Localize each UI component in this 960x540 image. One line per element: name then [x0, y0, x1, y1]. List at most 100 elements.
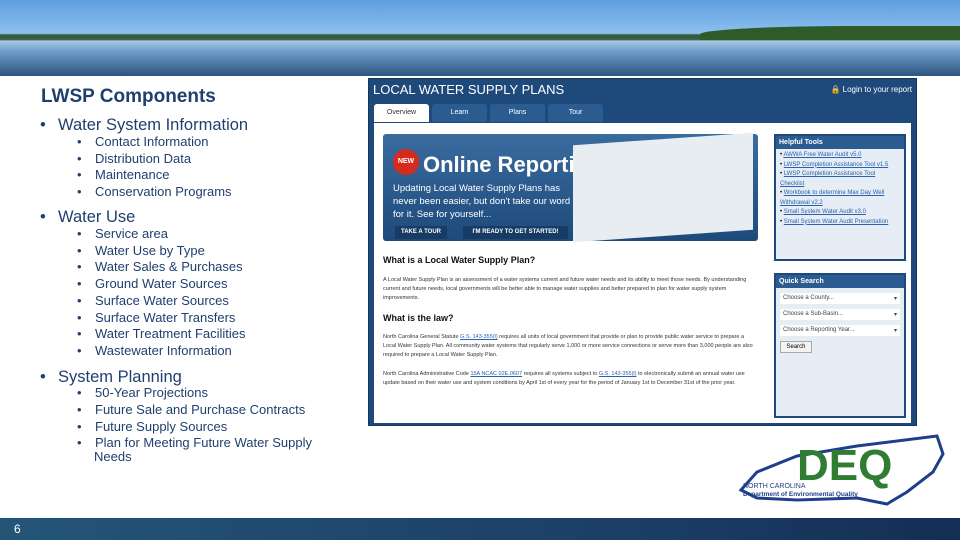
- item-label: Water Use by Type: [95, 243, 205, 258]
- chevron-down-icon: ▾: [893, 328, 897, 334]
- get-started-button[interactable]: I'M READY TO GET STARTED!: [463, 226, 568, 239]
- helpful-tools-panel: Helpful Tools • AWWA Free Water Audit v5…: [774, 134, 906, 261]
- tab-overview[interactable]: Overview: [374, 104, 429, 122]
- statute-link-2[interactable]: G.S. 143-355(l): [599, 371, 637, 377]
- tool-link[interactable]: LWSP Completion Assistance Tool Checklis…: [780, 171, 875, 187]
- item-label: Conservation Programs: [95, 184, 232, 199]
- statute-link[interactable]: G.S. 143-355(l): [460, 334, 498, 340]
- quick-search-panel: Quick Search Choose a County... ▾ Choose …: [774, 273, 906, 418]
- item-label: Ground Water Sources: [95, 276, 228, 291]
- item-label: Surface Water Transfers: [95, 310, 236, 325]
- bullet-icon: •: [40, 116, 46, 134]
- outline-item: • Water Sales & Purchases: [77, 260, 334, 274]
- heading-law: What is the law?: [383, 313, 454, 323]
- tool-link[interactable]: Small System Water Audit v3.0: [784, 209, 866, 215]
- svg-text:Department of Environmental Qu: Department of Environmental Quality: [743, 491, 858, 498]
- select-value: Choose a County...: [783, 295, 834, 301]
- county-select[interactable]: Choose a County... ▾: [780, 293, 900, 304]
- tool-link[interactable]: Small System Water Audit Presentation: [784, 219, 889, 225]
- quick-search-title: Quick Search: [776, 275, 904, 288]
- outline-item: • Water Treatment Facilities: [77, 327, 334, 341]
- chevron-down-icon: ▾: [893, 312, 897, 318]
- text: North Carolina Administrative Code: [383, 371, 471, 377]
- outline-item: • Service area: [77, 227, 334, 241]
- outline-section: • Water System Information: [40, 116, 248, 135]
- outline-item: • Future Sale and Purchase Contracts: [77, 403, 334, 417]
- tool-link[interactable]: Workbook to determine Max Day Well Withd…: [780, 190, 884, 206]
- heading-what-is-lwsp: What is a Local Water Supply Plan?: [383, 255, 536, 265]
- svg-text:DEQ: DEQ: [797, 441, 892, 490]
- bullet-icon: •: [77, 151, 82, 166]
- outline-item: • Contact Information: [77, 135, 334, 149]
- tool-list-item: • LWSP Completion Assistance Tool Checkl…: [780, 171, 876, 187]
- bullet-icon: •: [77, 276, 82, 291]
- site-title: LOCAL WATER SUPPLY PLANS: [373, 82, 565, 97]
- bullet-icon: •: [77, 343, 82, 358]
- item-label: Future Sale and Purchase Contracts: [95, 402, 306, 417]
- bullet-icon: •: [40, 208, 46, 226]
- outline-item: • Distribution Data: [77, 152, 334, 166]
- item-label: Plan for Meeting Future Water Supply Nee…: [94, 435, 313, 464]
- outline-item: • Plan for Meeting Future Water Supply Ne…: [77, 436, 334, 464]
- tool-list-item: • Workbook to determine Max Day Well Wit…: [780, 190, 885, 206]
- tab-learn[interactable]: Learn: [432, 104, 487, 122]
- page-number: 6: [14, 522, 21, 536]
- outline-item: • Conservation Programs: [77, 185, 334, 199]
- section-label: System Planning: [58, 368, 182, 386]
- chevron-down-icon: ▾: [893, 296, 897, 302]
- take-tour-button[interactable]: TAKE A TOUR: [395, 226, 447, 239]
- item-label: Contact Information: [95, 134, 209, 149]
- nc-deq-logo: DEQ NORTH CAROLINA Department of Environ…: [737, 432, 945, 510]
- bullet-icon: •: [77, 326, 82, 341]
- lake-banner-image: [0, 0, 960, 76]
- outline-item: • Wastewater Information: [77, 344, 334, 358]
- text: requires all systems subject to: [522, 371, 599, 377]
- login-label: Login to your report: [842, 85, 912, 94]
- text: North Carolina General Statute: [383, 334, 461, 340]
- bullet-icon: •: [77, 435, 82, 450]
- tool-link[interactable]: LWSP Completion Assistance Tool v1.5: [784, 162, 888, 168]
- item-label: Wastewater Information: [95, 343, 232, 358]
- reporting-year-select[interactable]: Choose a Reporting Year... ▾: [780, 325, 900, 336]
- search-button[interactable]: Search: [780, 341, 812, 353]
- bullet-icon: •: [77, 243, 82, 258]
- item-label: Distribution Data: [95, 151, 192, 166]
- tool-link[interactable]: AWWA Free Water Audit v5.0: [783, 152, 861, 158]
- login-link[interactable]: 🔒 Login to your report: [830, 82, 912, 98]
- site-content: NEW Online Reporting Updating Local Wate…: [374, 123, 911, 423]
- bullet-icon: •: [77, 385, 82, 400]
- bullet-icon: •: [77, 226, 82, 241]
- bullet-icon: •: [40, 368, 46, 386]
- bullet-icon: •: [77, 134, 82, 149]
- tool-list-item: • AWWA Free Water Audit v5.0: [780, 152, 862, 158]
- promo-banner: NEW Online Reporting Updating Local Wate…: [383, 132, 758, 243]
- bullet-icon: •: [77, 184, 82, 199]
- bullet-icon: •: [77, 293, 82, 308]
- promo-text: Updating Local Water Supply Plans has ne…: [393, 183, 571, 220]
- outline-section: • Water Use: [40, 208, 135, 227]
- app-preview-image: [573, 132, 753, 243]
- item-label: 50-Year Projections: [95, 385, 208, 400]
- select-value: Choose a Reporting Year...: [783, 327, 855, 333]
- bullet-icon: •: [77, 167, 82, 182]
- item-label: Water Sales & Purchases: [95, 259, 243, 274]
- outline-item: • Maintenance: [77, 168, 334, 182]
- paragraph-statute: North Carolina General Statute G.S. 143-…: [383, 333, 755, 360]
- bullet-icon: •: [77, 259, 82, 274]
- outline-item: • Surface Water Transfers: [77, 311, 334, 325]
- item-label: Service area: [95, 226, 168, 241]
- sub-basin-select[interactable]: Choose a Sub-Basin... ▾: [780, 309, 900, 320]
- new-badge: NEW: [393, 149, 419, 175]
- tab-tour[interactable]: Tour: [548, 104, 603, 122]
- section-label: Water Use: [58, 208, 136, 226]
- helpful-tools-title: Helpful Tools: [776, 136, 904, 149]
- admin-code-link[interactable]: 15A NCAC 02E.0607: [470, 371, 522, 377]
- section-label: Water System Information: [58, 116, 249, 134]
- bullet-icon: •: [77, 310, 82, 325]
- tab-plans[interactable]: Plans: [490, 104, 545, 122]
- bullet-icon: •: [77, 402, 82, 417]
- bullet-icon: •: [77, 419, 82, 434]
- treeline: [700, 26, 960, 40]
- tool-list-item: • Small System Water Audit v3.0: [780, 209, 866, 215]
- outline-item: • Water Use by Type: [77, 244, 334, 258]
